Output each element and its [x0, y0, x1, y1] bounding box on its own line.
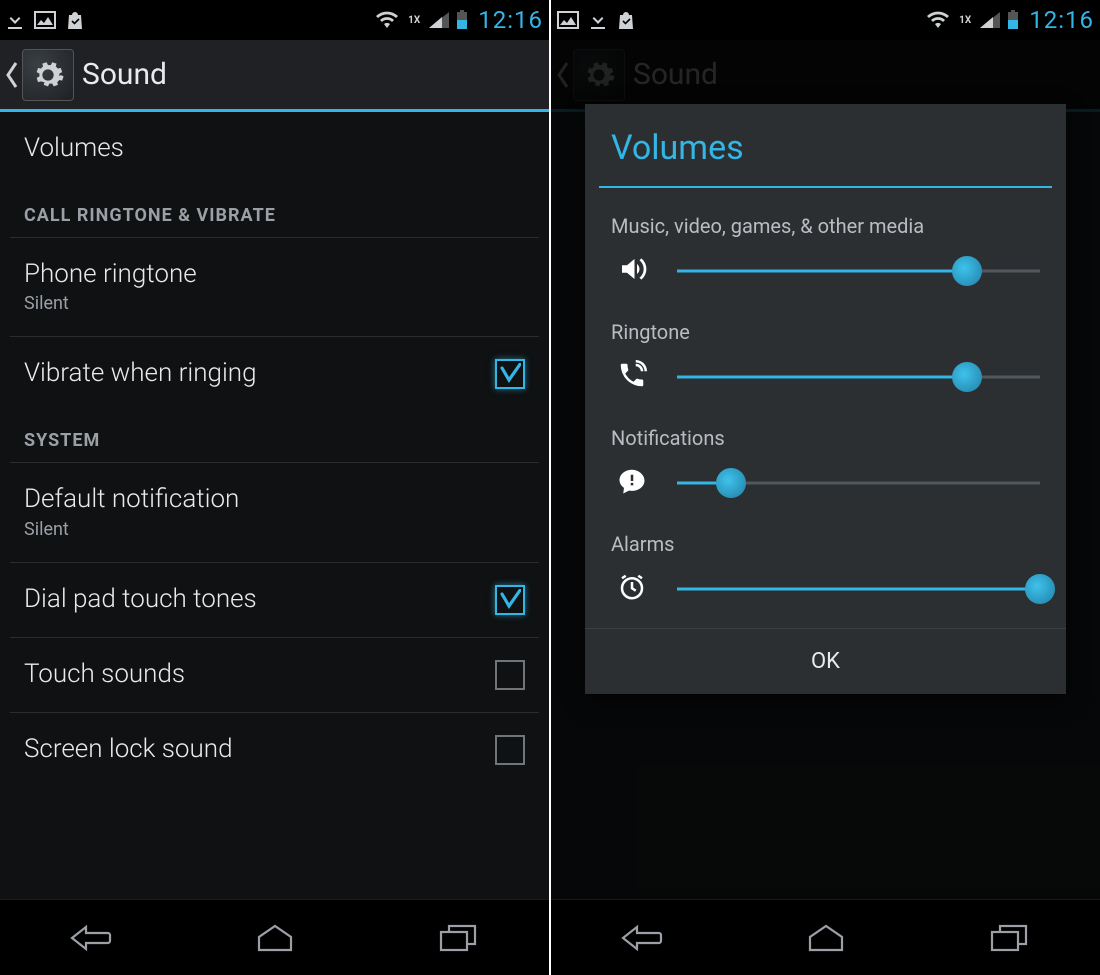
volume-slider-alarm: Alarms — [611, 518, 1040, 624]
slider-label: Ringtone — [611, 320, 1040, 344]
back-caret-icon — [4, 61, 20, 89]
volume-slider-speaker: Music, video, games, & other media — [611, 200, 1040, 306]
slider-thumb[interactable] — [1025, 574, 1055, 604]
dialog-title-divider — [599, 186, 1052, 188]
volume-slider-chat-alert: Notifications — [611, 412, 1040, 518]
slider-track[interactable] — [677, 257, 1040, 285]
clock: 12:16 — [1029, 6, 1094, 34]
checkbox-checked[interactable] — [495, 585, 525, 615]
dialog-body: Music, video, games, & other media Ringto… — [585, 196, 1066, 628]
nav-recents-button[interactable] — [959, 913, 1059, 963]
download-icon — [589, 10, 607, 30]
setting-label: Vibrate when ringing — [24, 359, 525, 389]
alarm-icon — [611, 572, 653, 606]
status-bar: 1X 12:16 — [0, 0, 549, 40]
slider-track[interactable] — [677, 575, 1040, 603]
setting-label: Default notification — [24, 485, 525, 515]
status-bar: 1X 12:16 — [551, 0, 1100, 40]
setting-screen-lock-sound[interactable]: Screen lock sound — [0, 713, 549, 787]
setting-dialpad-touch-tones[interactable]: Dial pad touch tones — [0, 563, 549, 637]
dialog-title: Volumes — [585, 104, 1066, 186]
volumes-dialog: Volumes Music, video, games, & other med… — [585, 104, 1066, 694]
setting-label: Volumes — [24, 134, 525, 164]
slider-track[interactable] — [677, 469, 1040, 497]
phone-screen-left: 1X 12:16 Sound Volumes CALL RINGTONE & V… — [0, 0, 549, 975]
setting-label: Dial pad touch tones — [24, 585, 525, 615]
nav-back-button[interactable] — [593, 913, 693, 963]
setting-value: Silent — [24, 519, 525, 540]
slider-thumb[interactable] — [952, 362, 982, 392]
setting-volumes[interactable]: Volumes — [0, 112, 549, 186]
checkbox-unchecked[interactable] — [495, 660, 525, 690]
phone-ring-icon — [611, 360, 653, 394]
network-type: 1X — [959, 15, 971, 26]
navigation-bar — [551, 899, 1100, 975]
setting-vibrate-when-ringing[interactable]: Vibrate when ringing — [0, 337, 549, 411]
slider-thumb[interactable] — [952, 256, 982, 286]
wifi-icon — [925, 10, 951, 30]
slider-label: Music, video, games, & other media — [611, 214, 1040, 238]
clock: 12:16 — [478, 6, 543, 34]
picture-icon — [34, 11, 56, 29]
wifi-icon — [374, 10, 400, 30]
slider-track[interactable] — [677, 363, 1040, 391]
battery-icon — [456, 10, 468, 30]
picture-icon — [557, 11, 579, 29]
setting-phone-ringtone[interactable]: Phone ringtone Silent — [0, 238, 549, 337]
slider-thumb[interactable] — [716, 468, 746, 498]
setting-label: Screen lock sound — [24, 735, 525, 765]
setting-value: Silent — [24, 293, 525, 314]
settings-gear-icon — [22, 49, 74, 101]
setting-label: Phone ringtone — [24, 260, 525, 290]
checkbox-checked[interactable] — [495, 359, 525, 389]
shopping-bag-icon — [66, 10, 84, 30]
slider-label: Alarms — [611, 532, 1040, 556]
battery-icon — [1007, 10, 1019, 30]
section-call-ringtone: CALL RINGTONE & VIBRATE — [0, 186, 549, 237]
nav-home-button[interactable] — [225, 913, 325, 963]
network-type: 1X — [408, 15, 420, 26]
checkbox-unchecked[interactable] — [495, 735, 525, 765]
page-title: Sound — [82, 57, 167, 92]
phone-screen-right: 1X 12:16 Sound Volumes Music, video, gam… — [551, 0, 1100, 975]
action-bar[interactable]: Sound — [0, 40, 549, 112]
setting-default-notification[interactable]: Default notification Silent — [0, 463, 549, 562]
setting-touch-sounds[interactable]: Touch sounds — [0, 638, 549, 712]
shopping-bag-icon — [617, 10, 635, 30]
settings-list[interactable]: Volumes CALL RINGTONE & VIBRATE Phone ri… — [0, 112, 549, 899]
chat-alert-icon — [611, 466, 653, 500]
dialog-footer: OK — [585, 628, 1066, 694]
speaker-icon — [611, 254, 653, 288]
navigation-bar — [0, 899, 549, 975]
nav-home-button[interactable] — [776, 913, 876, 963]
download-icon — [6, 10, 24, 30]
setting-label: Touch sounds — [24, 660, 525, 690]
signal-icon — [979, 11, 1001, 29]
nav-recents-button[interactable] — [408, 913, 508, 963]
signal-icon — [428, 11, 450, 29]
nav-back-button[interactable] — [42, 913, 142, 963]
volume-slider-phone-ring: Ringtone — [611, 306, 1040, 412]
section-system: SYSTEM — [0, 411, 549, 462]
slider-label: Notifications — [611, 426, 1040, 450]
ok-button[interactable]: OK — [585, 629, 1066, 694]
